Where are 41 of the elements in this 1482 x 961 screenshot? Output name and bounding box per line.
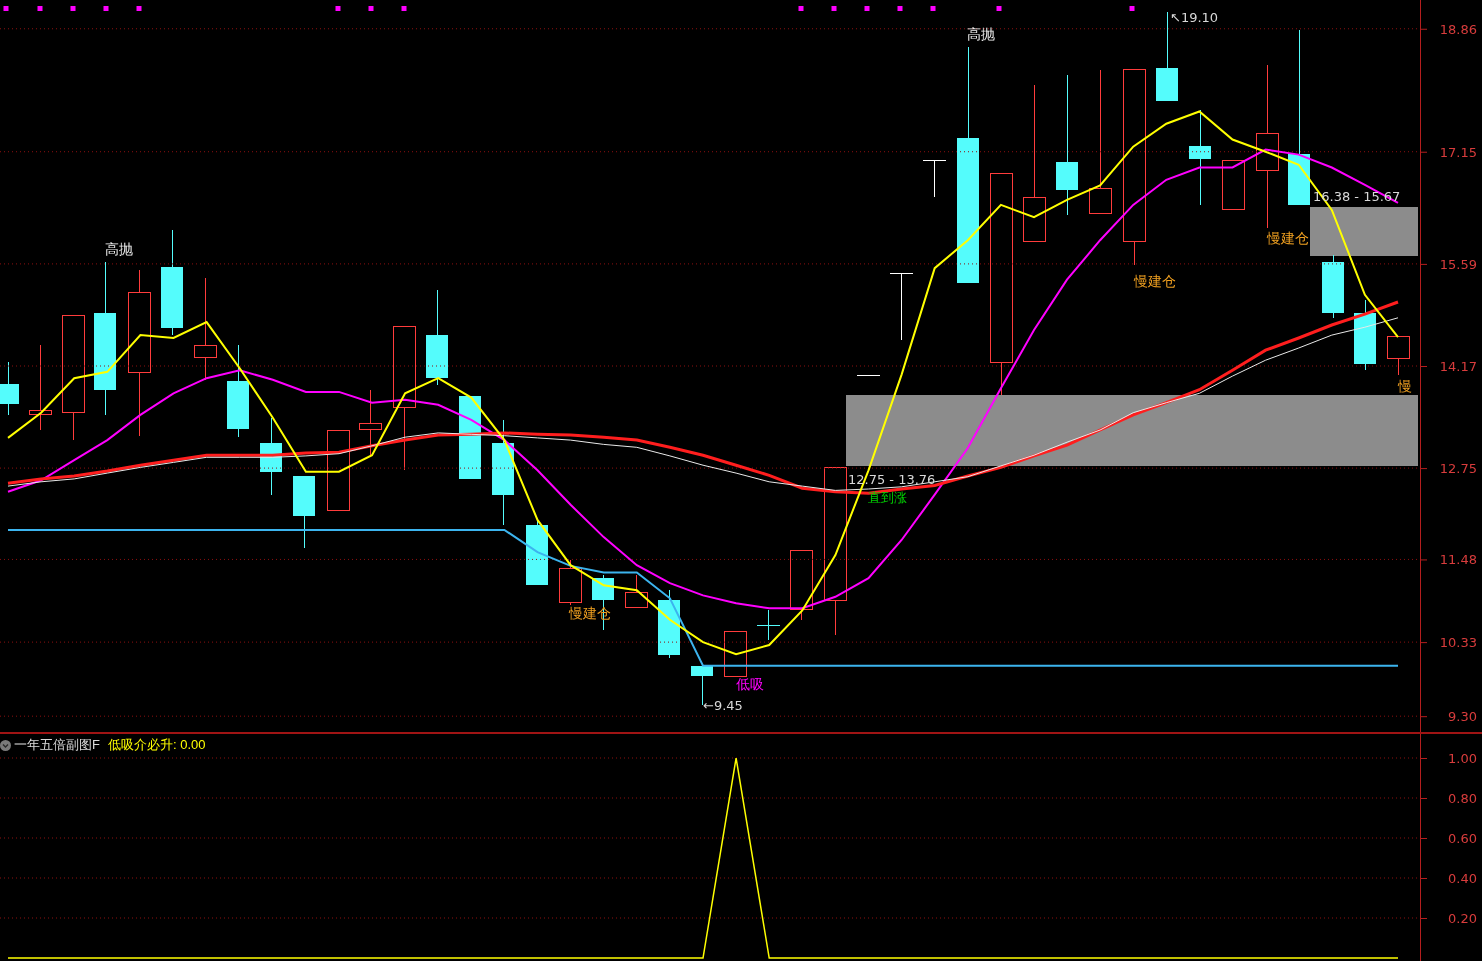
candlestick	[756, 609, 781, 641]
build-position-label: 慢建仓	[1134, 273, 1176, 289]
indicator-axis-label: 0.60	[1448, 831, 1477, 846]
price-axis-label: 14.17	[1439, 359, 1477, 374]
price-axis-label: 9.30	[1448, 709, 1477, 725]
candlestick	[856, 375, 881, 376]
indicator-axis-label: 0.40	[1448, 871, 1477, 886]
chevron-down-icon[interactable]	[0, 739, 11, 751]
build-position-label: 慢	[1398, 378, 1412, 394]
price-note: ←9.45	[703, 698, 743, 713]
candlestick	[526, 519, 548, 586]
sell-signal-label: 高抛	[967, 26, 995, 42]
candlestick	[625, 574, 648, 608]
hold-signal-label: 直到涨	[868, 490, 907, 505]
candlestick	[0, 361, 19, 416]
price-note: ↖19.10	[1170, 10, 1219, 25]
candlestick	[559, 559, 582, 606]
candlestick	[1222, 160, 1245, 210]
price-axis-label: 15.59	[1439, 256, 1477, 272]
price-axis-label: 10.33	[1439, 635, 1477, 651]
candlestick	[790, 550, 813, 621]
candlestick	[1387, 336, 1410, 376]
indicator-axis-label: 0.80	[1448, 791, 1477, 806]
candlestick	[658, 589, 680, 659]
price-axis-label: 17.15	[1439, 144, 1477, 160]
build-position-label: 慢建仓	[1267, 230, 1309, 246]
buy-signal-label: 低吸	[736, 676, 764, 692]
candlestick	[724, 631, 747, 677]
candlestick	[1354, 299, 1376, 371]
candlestick	[922, 159, 947, 198]
indicator-axis-label: 0.20	[1448, 911, 1477, 926]
price-axis-label: 18.86	[1439, 21, 1477, 37]
price-axis-label: 11.48	[1439, 552, 1477, 568]
indicator-reading: 低吸介必升: 0.00	[107, 736, 206, 754]
candlestick	[1322, 254, 1344, 319]
candlestick	[889, 272, 914, 341]
candlestick	[359, 389, 382, 456]
indicator-axis-label: 1.00	[1448, 751, 1477, 766]
sell-signal-label: 高抛	[105, 241, 133, 257]
indicator-title: 一年五倍副图F	[14, 736, 100, 754]
price-axis-label: 12.75	[1439, 461, 1477, 477]
